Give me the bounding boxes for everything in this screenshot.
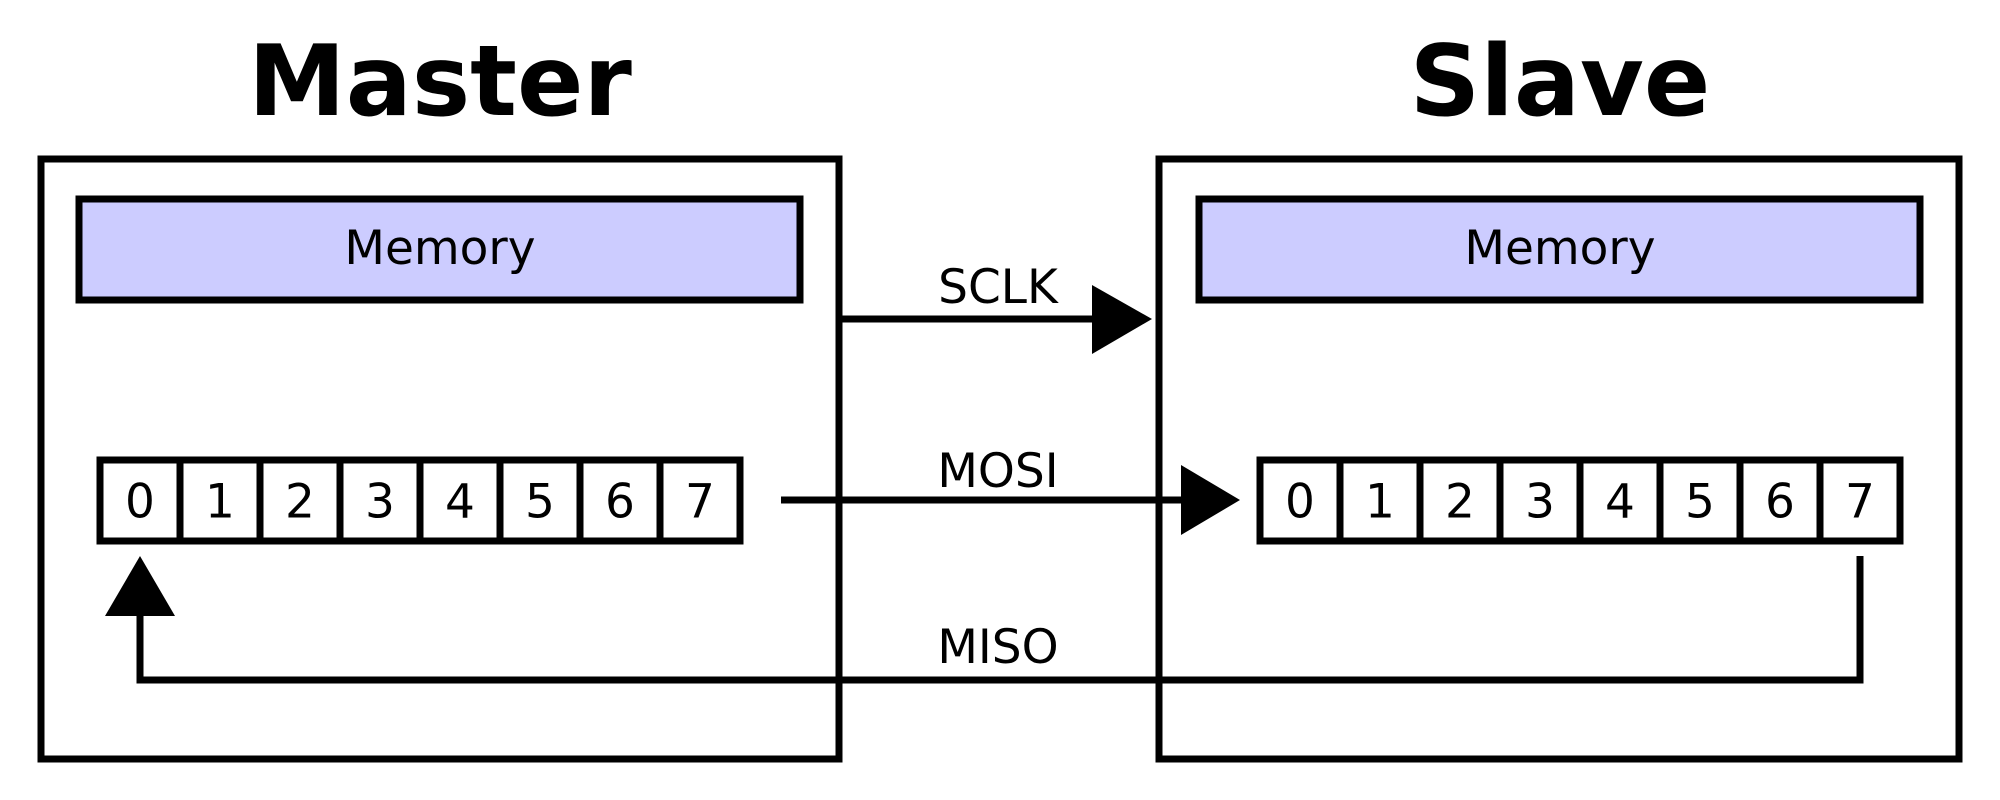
master-register-bit-label: 6 bbox=[605, 475, 635, 530]
master-register-bit-label: 0 bbox=[125, 475, 155, 530]
master-register-bit-label: 3 bbox=[365, 475, 395, 530]
slave-title: Slave bbox=[1410, 25, 1711, 139]
master-register-bit-label: 4 bbox=[445, 475, 475, 530]
master-memory-label: Memory bbox=[344, 221, 535, 276]
master-device: Memory 01234567 bbox=[37, 155, 843, 763]
miso-label: MISO bbox=[937, 620, 1058, 675]
sclk-arrowhead-icon bbox=[1092, 285, 1152, 354]
master-register-bit-label: 7 bbox=[685, 475, 715, 530]
slave-device: Memory 01234567 bbox=[1155, 155, 1963, 763]
master-title: Master bbox=[248, 25, 632, 139]
master-register-bit-label: 5 bbox=[525, 475, 555, 530]
slave-register-bit-label: 3 bbox=[1525, 475, 1555, 530]
sclk-signal: SCLK bbox=[842, 260, 1152, 354]
slave-register-bit-label: 0 bbox=[1285, 475, 1315, 530]
master-register-bit-label: 1 bbox=[205, 475, 235, 530]
slave-register-bit-label: 2 bbox=[1445, 475, 1475, 530]
mosi-label: MOSI bbox=[937, 444, 1058, 499]
sclk-label: SCLK bbox=[938, 260, 1059, 315]
slave-register-bit-label: 1 bbox=[1365, 475, 1395, 530]
slave-register-bit-label: 6 bbox=[1765, 475, 1795, 530]
slave-memory-label: Memory bbox=[1464, 221, 1655, 276]
slave-shift-register: 01234567 bbox=[1256, 456, 1904, 545]
slave-register-bit-label: 5 bbox=[1685, 475, 1715, 530]
slave-register-bit-label: 4 bbox=[1605, 475, 1635, 530]
master-register-bit-label: 2 bbox=[285, 475, 315, 530]
slave-register-bit-label: 7 bbox=[1845, 475, 1875, 530]
master-shift-register: 01234567 bbox=[96, 456, 744, 545]
spi-diagram: Master Slave Memory 01234567 Memory 0123… bbox=[37, 25, 1963, 763]
